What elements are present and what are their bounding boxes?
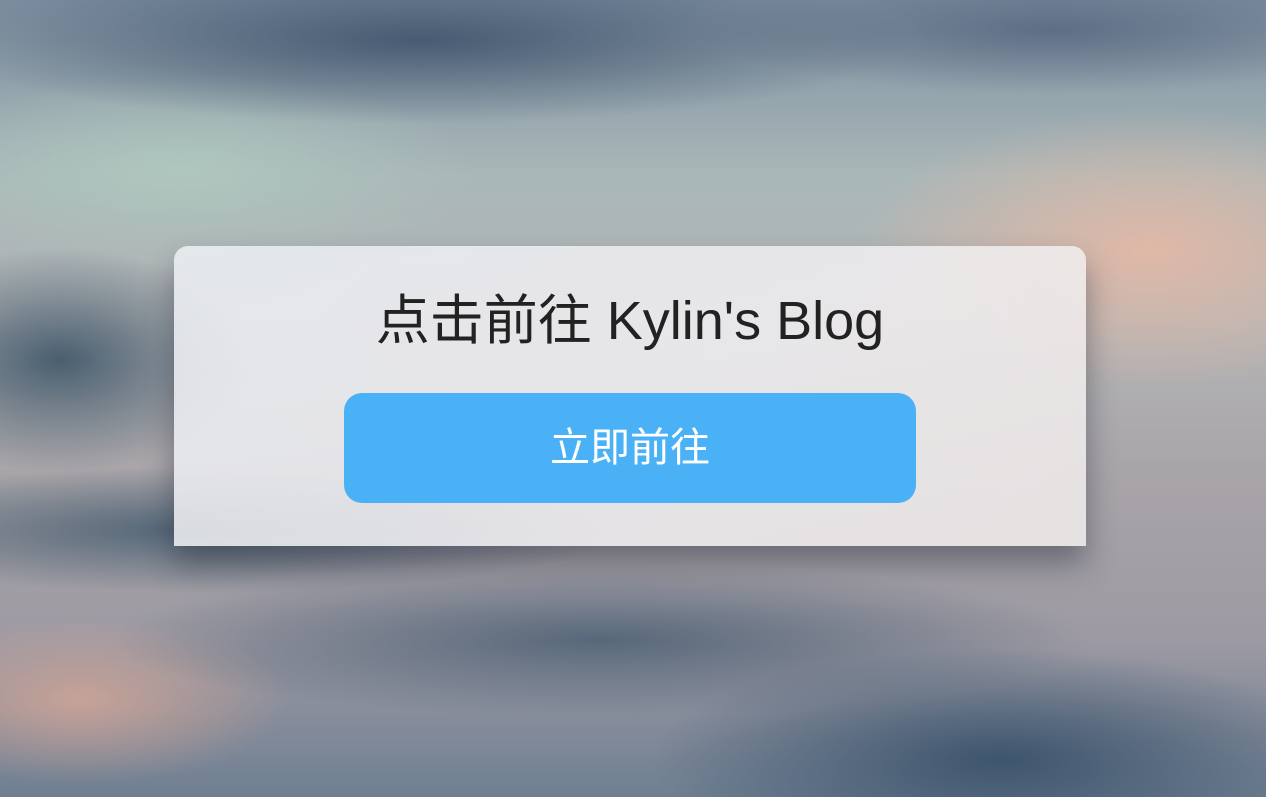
card-title: 点击前往 Kylin's Blog xyxy=(375,291,885,351)
go-now-button[interactable]: 立即前往 xyxy=(344,393,916,503)
redirect-card: 点击前往 Kylin's Blog 立即前往 xyxy=(174,246,1086,546)
